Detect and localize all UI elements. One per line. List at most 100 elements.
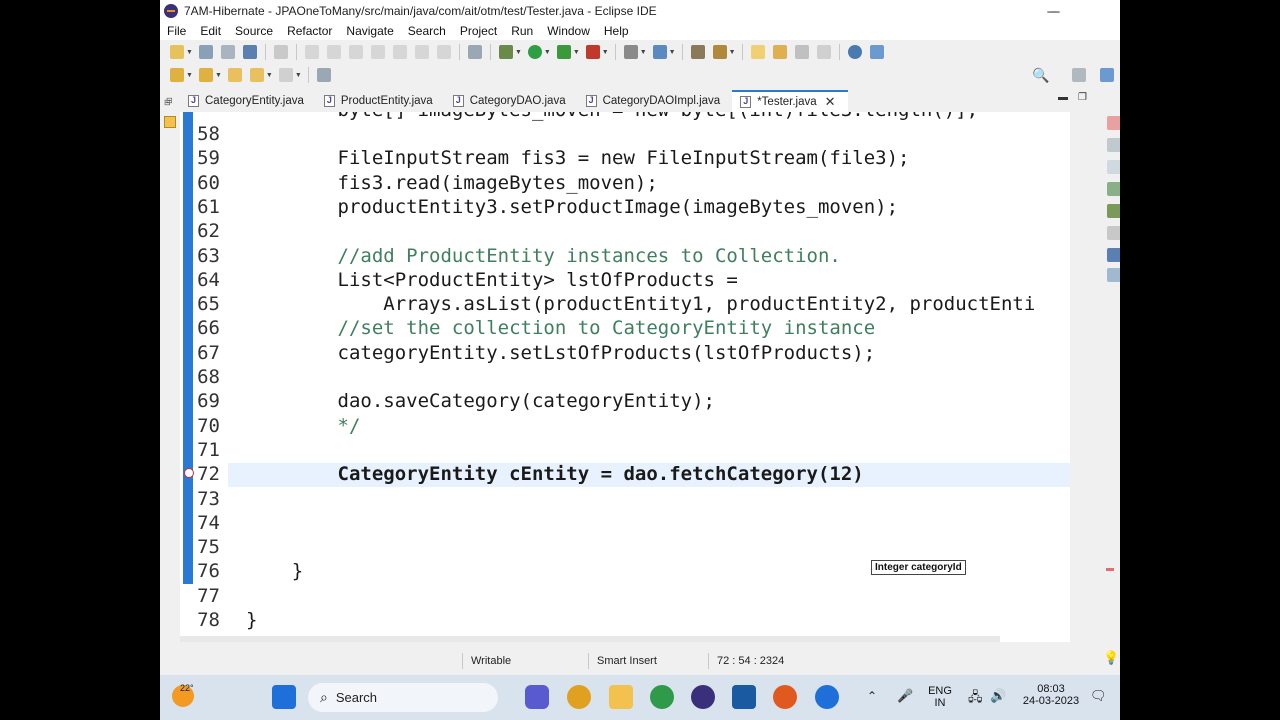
save-icon[interactable] (198, 45, 213, 59)
zoom-icon[interactable] (815, 685, 839, 709)
block-selection-icon[interactable] (794, 45, 809, 59)
parameter-hint-tooltip: Integer categoryId (871, 560, 966, 575)
new-java-class-icon[interactable] (623, 45, 638, 59)
code-line: 71 (180, 438, 1070, 462)
next-annotation-icon[interactable] (170, 68, 184, 82)
line-text: List<ProductEntity> lstOfProducts = (246, 268, 738, 291)
error-overview-marker[interactable] (1106, 568, 1114, 571)
skip-breakpoints-icon[interactable] (273, 45, 288, 59)
javadoc-icon[interactable] (1107, 138, 1120, 152)
folder-icon[interactable] (164, 116, 176, 128)
use-step-filters-icon[interactable] (467, 45, 482, 59)
step-over-icon[interactable] (414, 45, 429, 59)
menu-search[interactable]: Search (401, 24, 453, 38)
file-explorer-icon[interactable] (609, 685, 633, 709)
resume-icon[interactable] (304, 45, 319, 59)
save-all-icon[interactable] (220, 45, 235, 59)
task-list-icon[interactable] (1107, 204, 1120, 218)
menu-edit[interactable]: Edit (193, 24, 228, 38)
editor-tab-bar: ⊟ CategoryEntity.java ProductEntity.java… (160, 88, 1120, 112)
close-tab-icon[interactable]: ✕ (825, 94, 836, 110)
clock[interactable]: 08:03 24-03-2023 (1016, 683, 1086, 707)
step-into-icon[interactable] (392, 45, 407, 59)
servers-icon[interactable] (1107, 248, 1120, 262)
microphone-icon[interactable]: 🎤 (897, 688, 913, 704)
declaration-icon[interactable] (1107, 160, 1120, 174)
mark-occurrences-icon[interactable] (750, 45, 765, 59)
code-line: 64 List<ProductEntity> lstOfProducts = (180, 268, 1070, 292)
chrome-icon[interactable] (567, 685, 591, 709)
line-number: 64 (197, 268, 220, 291)
new-icon[interactable] (170, 45, 184, 59)
tab-category-dao[interactable]: CategoryDAO.java (445, 90, 578, 112)
suspend-icon[interactable] (326, 45, 341, 59)
minimize-button-2[interactable]: ─ (1033, 0, 1077, 22)
tab-category-entity[interactable]: CategoryEntity.java (180, 90, 316, 112)
menu-refactor[interactable]: Refactor (280, 24, 339, 38)
menu-window[interactable]: Window (540, 24, 597, 38)
code-editor[interactable]: byte[] imageBytes_moven = new byte[(int)… (180, 112, 1070, 642)
debug-icon[interactable] (498, 45, 513, 59)
run-icon[interactable] (527, 45, 542, 59)
show-hidden-icons-icon[interactable]: ⌃ (867, 689, 877, 703)
tab-product-entity[interactable]: ProductEntity.java (316, 90, 445, 112)
open-perspective-icon[interactable] (1072, 68, 1086, 82)
line-text: } (246, 609, 258, 631)
view-menu-icon[interactable]: ⊟ (164, 98, 171, 107)
terminate-icon[interactable] (348, 45, 363, 59)
error-marker-icon[interactable] (184, 468, 194, 478)
network-icon[interactable]: 🖧 (968, 688, 983, 710)
forward-icon[interactable] (278, 68, 293, 82)
terminal-view-icon[interactable] (1107, 268, 1120, 282)
line-number: 58 (197, 123, 220, 145)
external-tools-icon[interactable] (585, 45, 600, 59)
java-perspective-icon[interactable] (1100, 68, 1114, 82)
pin-editor-icon[interactable] (316, 68, 331, 82)
search-tool-icon[interactable] (712, 45, 727, 59)
menu-run[interactable]: Run (504, 24, 540, 38)
menu-project[interactable]: Project (453, 24, 504, 38)
widgets-icon[interactable] (466, 685, 490, 709)
horizontal-scrollbar[interactable] (180, 636, 1000, 642)
line-number: 76 (197, 560, 220, 583)
vscode-icon[interactable] (732, 685, 756, 709)
menu-navigate[interactable]: Navigate (339, 24, 400, 38)
spring-tool-icon[interactable] (650, 685, 674, 709)
notifications-icon[interactable]: 🗨 (1090, 688, 1107, 704)
tab-tester[interactable]: *Tester.java✕ (732, 90, 848, 112)
tab-category-dao-impl[interactable]: CategoryDAOImpl.java (578, 90, 733, 112)
minimize-editor-icon[interactable]: ▬ (1058, 92, 1068, 103)
last-edit-icon[interactable] (227, 68, 242, 82)
step-return-icon[interactable] (436, 45, 451, 59)
toggle-breadcrumb-icon[interactable] (772, 45, 787, 59)
terminal-icon[interactable] (242, 45, 257, 59)
firefox-icon[interactable] (773, 685, 797, 709)
secondary-toolbar: ▼ ▼ ▼ ▼ 🔍 (160, 63, 1120, 87)
spring-icon[interactable] (869, 45, 884, 59)
disconnect-icon[interactable] (370, 45, 385, 59)
code-line: 73 (180, 487, 1070, 511)
language-indicator[interactable]: ENG IN (924, 685, 956, 709)
back-icon[interactable] (249, 68, 264, 82)
volume-icon[interactable]: 🔊 (990, 688, 1006, 704)
menu-file[interactable]: File (160, 24, 193, 38)
new-package-icon[interactable] (652, 45, 667, 59)
problems-icon[interactable] (1107, 116, 1120, 130)
search-icon[interactable]: 🔍 (1032, 67, 1049, 84)
teams-icon[interactable] (525, 685, 549, 709)
menu-help[interactable]: Help (597, 24, 636, 38)
outline-icon[interactable] (1107, 182, 1120, 196)
line-number: 77 (197, 584, 220, 607)
menu-source[interactable]: Source (228, 24, 280, 38)
web-browser-icon[interactable] (847, 45, 862, 59)
open-type-icon[interactable] (690, 45, 705, 59)
line-text: //add ProductEntity instances to Collect… (246, 244, 841, 267)
start-button-icon[interactable] (272, 685, 296, 709)
eclipse-taskbar-icon[interactable] (691, 685, 715, 709)
maximize-editor-icon[interactable]: ❐ (1078, 92, 1087, 103)
show-whitespace-icon[interactable] (816, 45, 831, 59)
coverage-icon[interactable] (556, 45, 571, 59)
line-number: 71 (197, 438, 220, 461)
previous-annotation-icon[interactable] (198, 68, 213, 82)
console-icon[interactable] (1107, 226, 1120, 240)
